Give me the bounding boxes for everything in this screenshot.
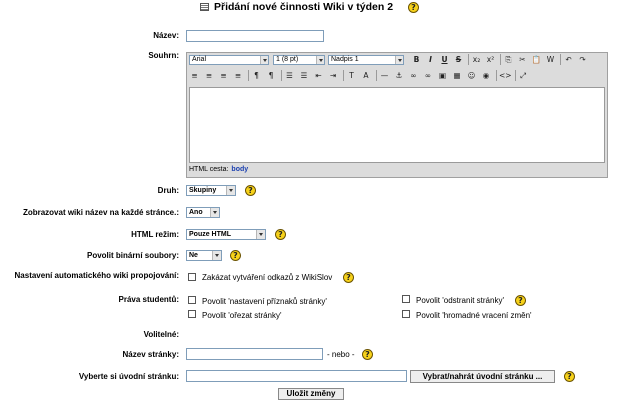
page-name-help-icon[interactable]: ? bbox=[362, 349, 373, 360]
bold-icon[interactable]: B bbox=[411, 54, 422, 65]
paste-word-icon[interactable]: W bbox=[545, 54, 556, 65]
allow-mass-revert-checkbox[interactable] bbox=[402, 310, 410, 318]
initial-page-label: Vyberte si úvodní stránku: bbox=[78, 372, 179, 381]
allow-strip-pages-label: Povolit 'ořezat stránky' bbox=[202, 311, 282, 320]
smiley-icon[interactable]: ☺ bbox=[466, 70, 477, 81]
unordered-list-icon[interactable]: ☰ bbox=[299, 70, 310, 81]
name-input[interactable] bbox=[186, 30, 324, 42]
underline-icon[interactable]: U bbox=[439, 54, 450, 65]
toolbar-separator bbox=[514, 70, 516, 81]
html-editor: Arial 1 (8 pt) Nadpis 1 B I U Sx₂ x² ⎘ ✂ 📋 W ↶ ↷ ≡… bbox=[186, 52, 608, 178]
special-char-icon[interactable]: ◉ bbox=[481, 70, 492, 81]
text-color-icon[interactable]: T bbox=[346, 70, 357, 81]
justify-icon[interactable]: ≡ bbox=[233, 70, 244, 81]
student-rights-help-icon[interactable]: ? bbox=[515, 295, 526, 306]
toolbar-separator bbox=[376, 70, 377, 81]
initial-page-help-icon[interactable]: ? bbox=[564, 371, 575, 382]
unlink-icon[interactable]: ∞ bbox=[423, 70, 434, 81]
allow-mass-revert-label: Povolit 'hromadné vracení změn' bbox=[416, 311, 532, 320]
html-mode-select[interactable]: Pouze HTML bbox=[186, 229, 266, 240]
html-path: HTML cesta: body bbox=[189, 166, 248, 173]
superscript-icon[interactable]: x² bbox=[485, 54, 496, 65]
html-path-label: HTML cesta: bbox=[189, 166, 229, 173]
undo-icon[interactable]: ↶ bbox=[563, 54, 574, 65]
toolbar-separator bbox=[343, 70, 344, 81]
binary-label: Povolit binární soubory: bbox=[86, 251, 179, 260]
html-path-body-link[interactable]: body bbox=[231, 166, 248, 173]
strikethrough-icon[interactable]: S bbox=[453, 54, 464, 65]
type-help-icon[interactable]: ? bbox=[245, 185, 256, 196]
align-center-icon[interactable]: ≡ bbox=[204, 70, 215, 81]
outdent-icon[interactable]: ⇤ bbox=[313, 70, 324, 81]
anchor-icon[interactable]: ⚓ bbox=[394, 70, 405, 81]
show-name-label: Zobrazovat wiki název na každé stránce.: bbox=[22, 208, 179, 217]
toolbar-separator bbox=[496, 70, 497, 81]
toolbar-separator bbox=[500, 54, 501, 65]
editor-toolbar-row-2: ≡ ≡ ≡ ≡ ¶ ¶ ☰ ☰ ⇤ ⇥ T A — ⚓ ∞ ∞ ▣ ▦ ☺ ◉ <> ⤢ bbox=[189, 70, 589, 82]
paste-icon[interactable]: 📋 bbox=[531, 54, 542, 65]
autolink-label: Nastavení automatického wiki propojování… bbox=[14, 271, 179, 280]
indent-icon[interactable]: ⇥ bbox=[328, 70, 339, 81]
summary-label: Souhrn: bbox=[148, 51, 179, 60]
show-name-select[interactable]: Ano bbox=[186, 207, 220, 218]
or-separator: - nebo - bbox=[327, 350, 355, 359]
toolbar-separator bbox=[468, 54, 469, 65]
page-name-input[interactable] bbox=[186, 348, 323, 360]
student-rights-label: Práva studentů: bbox=[118, 295, 179, 304]
copy-icon[interactable]: ⎘ bbox=[503, 54, 514, 65]
italic-icon[interactable]: I bbox=[425, 54, 436, 65]
choose-upload-initial-page-button[interactable]: Vybrat/nahrát úvodní stránku ... bbox=[410, 370, 555, 383]
allow-remove-pages-label: Povolit 'odstranit stránky' bbox=[416, 296, 504, 305]
binary-help-icon[interactable]: ? bbox=[230, 250, 241, 261]
allow-remove-pages-checkbox[interactable] bbox=[402, 295, 410, 303]
type-label: Druh: bbox=[157, 186, 179, 195]
toolbar-separator bbox=[281, 70, 282, 81]
link-icon[interactable]: ∞ bbox=[408, 70, 419, 81]
autolink-help-icon[interactable]: ? bbox=[343, 272, 354, 283]
align-left-icon[interactable]: ≡ bbox=[189, 70, 200, 81]
page-title: Přidání nové činnosti Wiki v týden 2 bbox=[214, 1, 394, 13]
ordered-list-icon[interactable]: ☰ bbox=[284, 70, 295, 81]
editor-content-area[interactable] bbox=[189, 87, 605, 163]
optional-label: Volitelné: bbox=[143, 330, 179, 339]
initial-page-input[interactable] bbox=[186, 370, 407, 382]
page-name-label: Název stránky: bbox=[122, 350, 179, 359]
editor-toolbar-row-1: B I U Sx₂ x² ⎘ ✂ 📋 W ↶ ↷ bbox=[411, 54, 607, 66]
allow-strip-pages-checkbox[interactable] bbox=[188, 310, 196, 318]
html-mode-help-icon[interactable]: ? bbox=[275, 229, 286, 240]
ltr-icon[interactable]: ¶ bbox=[251, 70, 262, 81]
toolbar-separator bbox=[560, 54, 561, 65]
toolbar-separator bbox=[248, 70, 249, 81]
name-label: Název: bbox=[153, 31, 179, 40]
allow-page-flags-label: Povolit 'nastavení příznaků stránky' bbox=[202, 297, 327, 306]
font-size-select[interactable]: 1 (8 pt) bbox=[273, 55, 325, 65]
background-color-icon[interactable]: A bbox=[361, 70, 372, 81]
heading-select[interactable]: Nadpis 1 bbox=[328, 55, 404, 65]
html-mode-label: HTML režim: bbox=[131, 230, 179, 239]
align-right-icon[interactable]: ≡ bbox=[218, 70, 229, 81]
save-changes-button[interactable]: Uložit změny bbox=[278, 388, 344, 400]
cut-icon[interactable]: ✂ bbox=[517, 54, 528, 65]
type-select[interactable]: Skupiny bbox=[186, 185, 236, 196]
fullscreen-icon[interactable]: ⤢ bbox=[518, 70, 529, 81]
help-icon[interactable]: ? bbox=[408, 2, 419, 13]
autolink-disable-label: Zakázat vytváření odkazů z WikiSlov bbox=[202, 273, 333, 282]
wiki-activity-icon bbox=[200, 3, 209, 11]
allow-page-flags-checkbox[interactable] bbox=[188, 296, 196, 304]
image-icon[interactable]: ▣ bbox=[437, 70, 448, 81]
subscript-icon[interactable]: x₂ bbox=[471, 54, 482, 65]
redo-icon[interactable]: ↷ bbox=[577, 54, 588, 65]
rtl-icon[interactable]: ¶ bbox=[266, 70, 277, 81]
html-source-icon[interactable]: <> bbox=[499, 70, 512, 81]
horizontal-rule-icon[interactable]: — bbox=[379, 70, 390, 81]
binary-select[interactable]: Ne bbox=[186, 250, 222, 261]
autolink-disable-checkbox[interactable] bbox=[188, 273, 196, 281]
table-icon[interactable]: ▦ bbox=[452, 70, 463, 81]
font-family-select[interactable]: Arial bbox=[189, 55, 269, 65]
